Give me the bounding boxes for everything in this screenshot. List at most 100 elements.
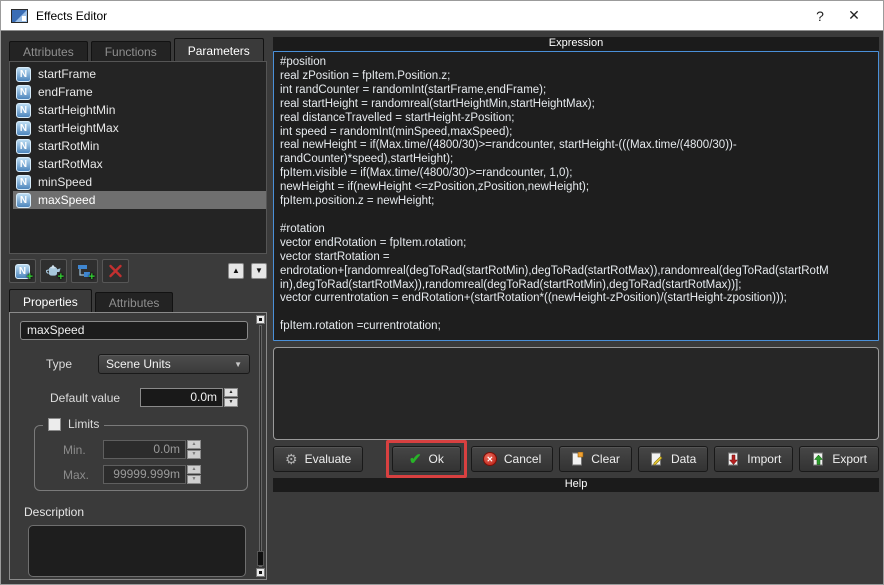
spinner-up-icon[interactable]: ▲ (224, 388, 238, 397)
ok-button[interactable]: ✔ Ok (392, 446, 461, 472)
scroll-down-button[interactable] (256, 568, 265, 577)
max-label: Max. (63, 468, 103, 482)
parameter-list[interactable]: N startFrame N endFrame N startHeightMin… (9, 61, 267, 254)
param-list-item[interactable]: N startFrame (13, 65, 266, 83)
evaluate-button[interactable]: ⚙ Evaluate (273, 446, 363, 472)
numeric-param-icon: N (16, 103, 31, 118)
import-button[interactable]: Import (714, 446, 793, 472)
clear-page-icon (571, 452, 584, 466)
cancel-circle-icon: ✕ (483, 452, 497, 466)
spinner-buttons[interactable]: ▲ ▼ (187, 440, 201, 459)
max-spinner[interactable]: 99999.999m ▲ ▼ (103, 465, 201, 484)
checkmark-icon: ✔ (409, 452, 422, 467)
help-button[interactable]: ? (803, 8, 837, 24)
param-name: startHeightMax (38, 121, 119, 135)
param-list-item[interactable]: N startHeightMax (13, 119, 266, 137)
spinner-down-icon[interactable]: ▼ (224, 398, 238, 407)
left-panel: Attributes Functions Parameters N startF… (9, 38, 267, 580)
param-name: startHeightMin (38, 103, 115, 117)
expression-header: Expression (273, 37, 879, 51)
parameter-toolbar: N + + + (9, 259, 267, 283)
param-name-input[interactable]: maxSpeed (20, 321, 248, 340)
export-label: Export (832, 452, 867, 466)
param-list-item[interactable]: N startRotMax (13, 155, 266, 173)
plus-icon: + (58, 273, 64, 282)
cancel-label: Cancel (504, 452, 541, 466)
down-arrow-icon: ▼ (255, 266, 263, 275)
import-page-icon (726, 452, 740, 466)
add-group-param-button[interactable]: + (71, 259, 98, 283)
move-down-button[interactable]: ▼ (251, 263, 267, 279)
min-value-field[interactable]: 0.0m (103, 440, 186, 459)
data-button[interactable]: Data (638, 446, 708, 472)
param-name: maxSpeed (38, 193, 95, 207)
properties-panel: maxSpeed Type Scene Units ▼ Default valu… (9, 312, 267, 580)
app-icon (11, 9, 28, 23)
scrollbar-track[interactable] (259, 325, 262, 567)
spinner-up-icon[interactable]: ▲ (187, 465, 201, 474)
description-textarea[interactable] (28, 525, 246, 577)
spinner-down-icon[interactable]: ▼ (187, 450, 201, 459)
spinner-buttons[interactable]: ▲ ▼ (224, 388, 238, 407)
numeric-param-icon: N (16, 67, 31, 82)
tab-attributes[interactable]: Attributes (9, 41, 88, 61)
scrollbar-thumb[interactable] (257, 551, 264, 566)
min-label: Min. (63, 443, 103, 457)
properties-scrollbar[interactable] (256, 315, 265, 577)
spinner-down-icon[interactable]: ▼ (187, 475, 201, 484)
param-list-item[interactable]: N endFrame (13, 83, 266, 101)
chevron-down-icon: ▼ (234, 360, 242, 369)
export-page-icon (811, 452, 825, 466)
param-name: startRotMin (38, 139, 99, 153)
effects-editor-window: Effects Editor ? ✕ Attributes Functions … (0, 0, 884, 585)
title-bar: Effects Editor ? ✕ (1, 1, 883, 31)
clear-label: Clear (591, 452, 620, 466)
numeric-param-icon: N (16, 139, 31, 154)
scroll-up-button[interactable] (256, 315, 265, 324)
param-list-item[interactable]: N startHeightMin (13, 101, 266, 119)
type-dropdown[interactable]: Scene Units ▼ (98, 354, 250, 374)
data-page-icon (650, 452, 664, 466)
min-spinner[interactable]: 0.0m ▲ ▼ (103, 440, 201, 459)
numeric-param-icon: N (16, 121, 31, 136)
param-name: endFrame (38, 85, 93, 99)
ok-label: Ok (429, 452, 444, 466)
default-value-label: Default value (50, 391, 140, 405)
spinner-buttons[interactable]: ▲ ▼ (187, 465, 201, 484)
numeric-param-icon: N (16, 175, 31, 190)
plus-icon: + (27, 273, 33, 282)
tab-functions[interactable]: Functions (91, 41, 171, 61)
expression-buttons: ⚙ Evaluate ✔ Ok ✕ Cancel Clear (273, 446, 879, 472)
limits-group: Limits Min. 0.0m ▲ ▼ Max. 99999.9 (34, 425, 248, 491)
param-list-item[interactable]: N startRotMin (13, 137, 266, 155)
spinner-up-icon[interactable]: ▲ (187, 440, 201, 449)
tab-properties[interactable]: Properties (9, 289, 92, 312)
window-title: Effects Editor (36, 9, 107, 23)
max-value-field[interactable]: 99999.999m (103, 465, 186, 484)
expression-editor[interactable]: #position real zPosition = fpItem.Positi… (273, 51, 879, 341)
tab-parameters[interactable]: Parameters (174, 38, 264, 61)
export-button[interactable]: Export (799, 446, 879, 472)
delete-x-icon (108, 264, 123, 278)
move-up-button[interactable]: ▲ (228, 263, 244, 279)
limits-label: Limits (68, 417, 99, 431)
param-list-item[interactable]: N minSpeed (13, 173, 266, 191)
delete-param-button[interactable] (102, 259, 129, 283)
limits-checkbox[interactable] (48, 418, 61, 431)
numeric-param-icon: N (16, 157, 31, 172)
param-name: startFrame (38, 67, 96, 81)
param-list-item-selected[interactable]: N maxSpeed (13, 191, 266, 209)
description-label: Description (24, 505, 250, 519)
clear-button[interactable]: Clear (559, 446, 632, 472)
close-button[interactable]: ✕ (837, 7, 871, 24)
default-value-field[interactable]: 0.0m (140, 388, 223, 407)
expression-panel: Expression #position real zPosition = fp… (273, 37, 879, 492)
tab-attributes-detail[interactable]: Attributes (95, 292, 174, 312)
default-value-spinner[interactable]: 0.0m ▲ ▼ (140, 388, 238, 407)
add-number-param-button[interactable]: N + (9, 259, 36, 283)
add-object-param-button[interactable]: + (40, 259, 67, 283)
expression-output[interactable] (273, 347, 879, 440)
param-name: startRotMax (38, 157, 103, 171)
detail-tabs: Properties Attributes (9, 289, 267, 312)
cancel-button[interactable]: ✕ Cancel (471, 446, 553, 472)
